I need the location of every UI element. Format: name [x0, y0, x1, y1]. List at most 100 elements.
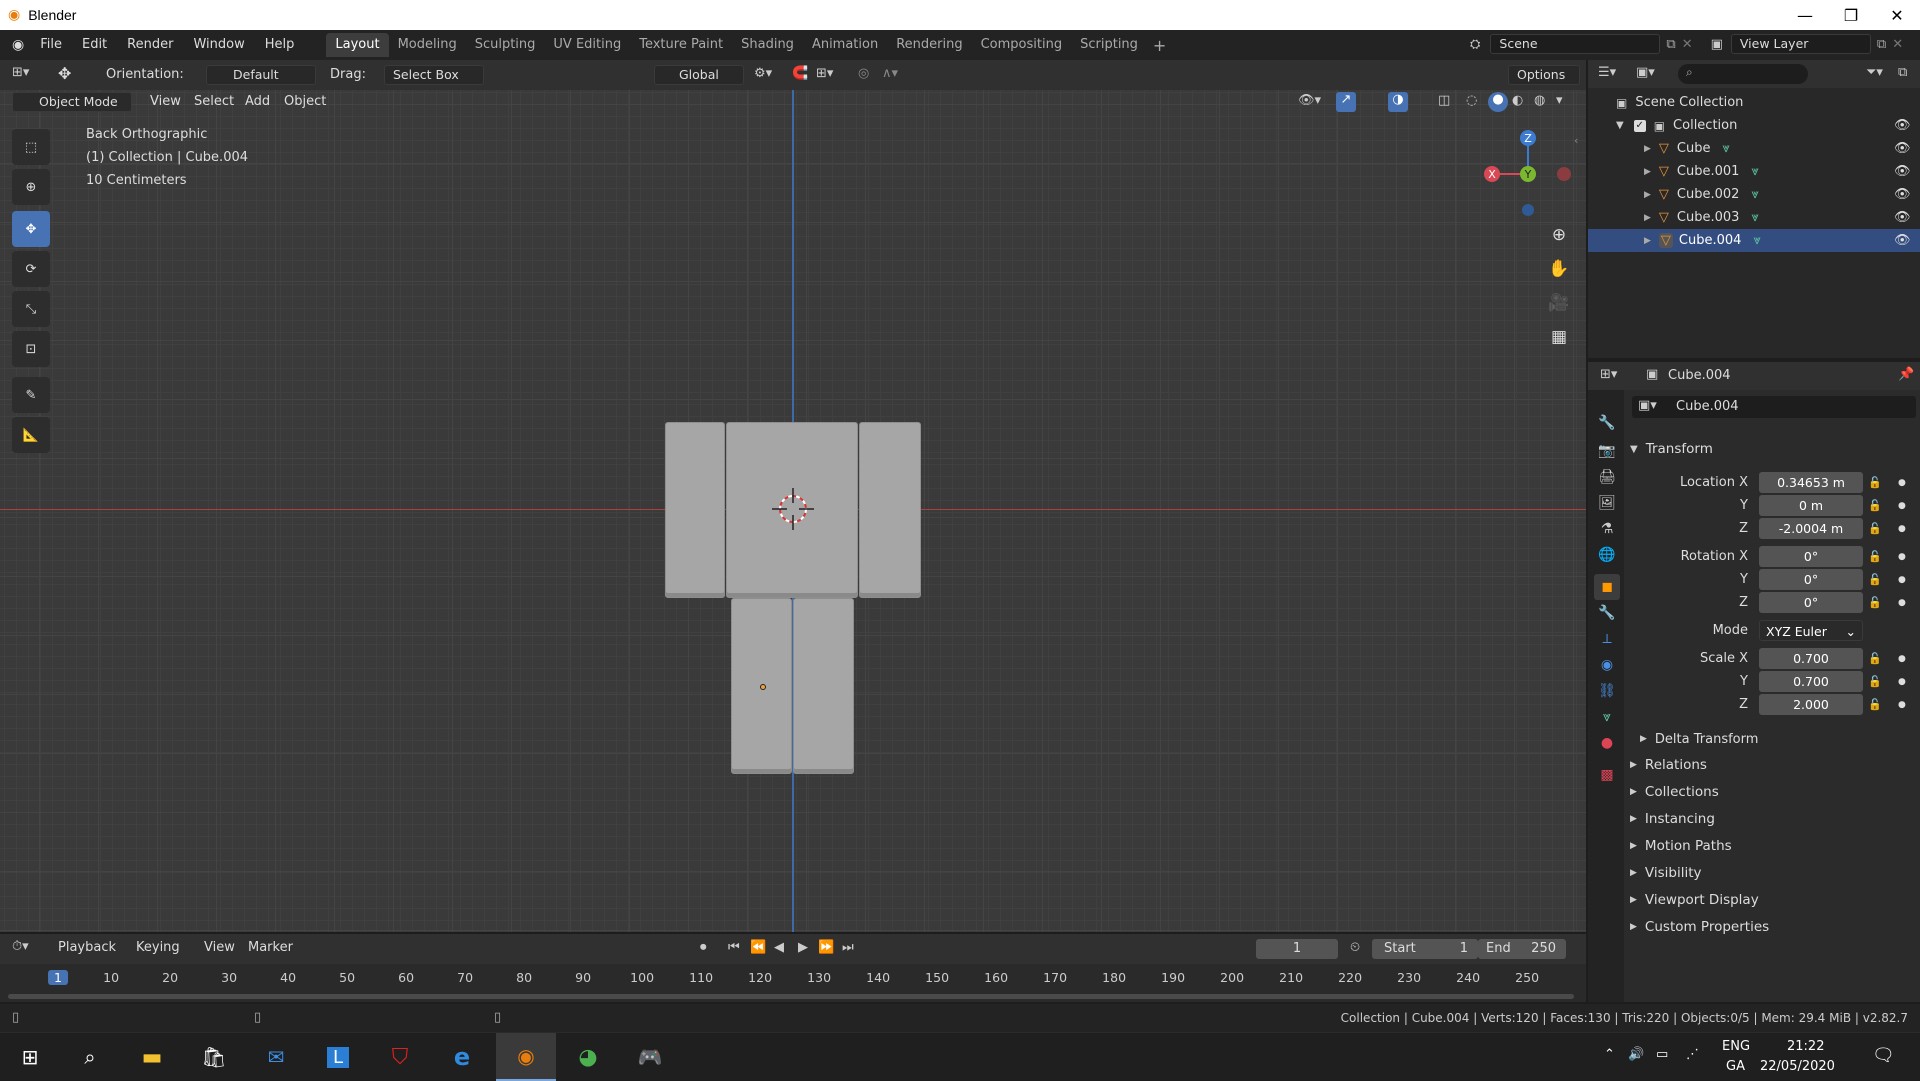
instancing-panel[interactable]: ▶ Instancing: [1618, 806, 1920, 832]
pivot-point-icon[interactable]: ⚙▾: [754, 66, 772, 81]
eye-icon[interactable]: 👁: [1894, 141, 1911, 156]
shading-options-icon[interactable]: ▾: [1556, 93, 1563, 108]
pan-hand-icon[interactable]: ✋: [1544, 254, 1574, 284]
menu-render[interactable]: Render: [117, 34, 183, 56]
keying-menu[interactable]: Keying: [136, 940, 180, 955]
end-frame-field[interactable]: End 250: [1478, 939, 1566, 959]
cube-left-arm[interactable]: [665, 422, 725, 598]
cube-right-leg[interactable]: [793, 598, 854, 774]
tab-animation[interactable]: Animation: [803, 33, 887, 57]
jump-keyframe-back-icon[interactable]: ⏪: [750, 940, 766, 955]
expand-arrow-icon[interactable]: ▶: [1644, 236, 1651, 246]
measure-tool[interactable]: 📐: [12, 417, 50, 453]
world-tab-icon[interactable]: 🌐: [1594, 542, 1620, 568]
lock-icon[interactable]: 🔓: [1868, 550, 1882, 563]
location-z-field[interactable]: -2.0004 m: [1759, 518, 1863, 539]
taskbar-search[interactable]: ⌕: [60, 1033, 120, 1081]
mesh-data-icon[interactable]: ⩔: [1751, 187, 1758, 202]
preview-range-icon[interactable]: ⏲: [1350, 940, 1360, 955]
taskbar-discord[interactable]: 🎮: [620, 1033, 680, 1081]
motion-paths-panel[interactable]: ▶ Motion Paths: [1618, 833, 1920, 859]
expand-arrow-icon[interactable]: ▶: [1644, 190, 1651, 200]
move-tool[interactable]: ✥: [12, 211, 50, 247]
jump-end-icon[interactable]: ⏭: [842, 940, 854, 955]
outliner-search-input[interactable]: ⌕: [1678, 64, 1808, 84]
select-box-tool[interactable]: ⬚: [12, 129, 50, 165]
relations-panel[interactable]: ▶ Relations: [1618, 752, 1920, 778]
select-menu[interactable]: Select: [194, 94, 234, 109]
sidebar-toggle-icon[interactable]: ‹: [1574, 134, 1578, 147]
ortho-grid-icon[interactable]: ▦: [1544, 322, 1574, 352]
jump-keyframe-forward-icon[interactable]: ⏩: [818, 940, 834, 955]
marker-menu[interactable]: Marker: [248, 940, 293, 955]
options-dropdown[interactable]: Options: [1508, 65, 1580, 85]
editor-type-icon[interactable]: ⊞▾: [12, 65, 29, 80]
rotation-z-field[interactable]: 0°: [1759, 592, 1863, 613]
cube-right-arm[interactable]: [859, 422, 921, 598]
rotation-y-field[interactable]: 0°: [1759, 569, 1863, 590]
data-tab-icon[interactable]: ⩔: [1594, 704, 1620, 730]
new-scene-icon[interactable]: ⧉: [1666, 37, 1675, 52]
material-shading-icon[interactable]: ◐: [1512, 93, 1523, 108]
show-hidden-icons-icon[interactable]: ⌃: [1604, 1047, 1615, 1062]
render-tab-icon[interactable]: 📷: [1594, 438, 1620, 464]
taskbar-l-app[interactable]: L: [308, 1033, 368, 1081]
expand-arrow-icon[interactable]: ▶: [1644, 213, 1651, 223]
outliner-item-cube-003[interactable]: ▶ ▽ Cube.003 ⩔ 👁: [1588, 206, 1920, 229]
lock-icon[interactable]: 🔓: [1868, 573, 1882, 586]
timeline-scrollbar[interactable]: [8, 994, 1574, 999]
custom-properties-panel[interactable]: ▶ Custom Properties: [1618, 914, 1920, 940]
scale-y-field[interactable]: 0.700: [1759, 671, 1863, 692]
outliner-item-cube-002[interactable]: ▶ ▽ Cube.002 ⩔ 👁: [1588, 183, 1920, 206]
overlay-toggle-icon[interactable]: ◑: [1388, 92, 1408, 112]
menu-edit[interactable]: Edit: [72, 34, 117, 56]
tab-rendering[interactable]: Rendering: [887, 33, 971, 57]
snap-target-icon[interactable]: ⊞▾: [816, 66, 833, 81]
viewport-display-panel[interactable]: ▶ Viewport Display: [1618, 887, 1920, 913]
battery-icon[interactable]: ▭: [1656, 1047, 1668, 1062]
delta-transform-subpanel[interactable]: ▶ Delta Transform: [1640, 726, 1920, 752]
language-code[interactable]: ENG: [1722, 1039, 1750, 1054]
falloff-icon[interactable]: ∧▾: [882, 66, 898, 81]
eye-icon[interactable]: 👁: [1894, 118, 1911, 133]
restore-button[interactable]: ❐: [1828, 0, 1874, 30]
eye-icon[interactable]: 👁: [1894, 164, 1911, 179]
gizmo-neg-x[interactable]: [1557, 167, 1571, 181]
visibility-panel[interactable]: ▶ Visibility: [1618, 860, 1920, 886]
start-frame-field[interactable]: Start 1: [1372, 939, 1478, 959]
constraints-tab-icon[interactable]: ⛓: [1594, 678, 1620, 704]
minimize-button[interactable]: —: [1782, 0, 1828, 30]
view-layer-icon[interactable]: ▣: [1711, 37, 1723, 52]
keyframe-dot-icon[interactable]: ●: [1898, 524, 1906, 534]
cursor-tool[interactable]: ⊕: [12, 169, 50, 205]
mesh-data-icon[interactable]: ⩔: [1751, 164, 1758, 179]
rotation-x-field[interactable]: 0°: [1759, 546, 1863, 567]
scene-field[interactable]: Scene: [1490, 34, 1661, 54]
menu-file[interactable]: File: [30, 34, 72, 56]
eye-icon[interactable]: 👁: [1894, 210, 1911, 225]
tab-modeling[interactable]: Modeling: [389, 33, 466, 57]
lock-icon[interactable]: 🔓: [1868, 476, 1882, 489]
outliner-collection[interactable]: ▼ ✓ ▣ Collection 👁: [1588, 114, 1920, 137]
display-mode-icon[interactable]: ▣▾: [1636, 65, 1655, 80]
output-tab-icon[interactable]: 🖨: [1594, 464, 1620, 490]
zoom-icon[interactable]: ⊕: [1544, 220, 1574, 250]
tab-uv-editing[interactable]: UV Editing: [544, 33, 630, 57]
lock-icon[interactable]: 🔓: [1868, 698, 1882, 711]
eye-icon[interactable]: 👁: [1894, 187, 1911, 202]
mesh-data-icon[interactable]: ⩔: [1723, 141, 1730, 156]
scale-tool[interactable]: ⤡: [12, 291, 50, 327]
taskbar-edge[interactable]: e: [432, 1033, 492, 1081]
timeline-view-menu[interactable]: View: [204, 940, 235, 955]
menu-help[interactable]: Help: [255, 34, 305, 56]
object-menu[interactable]: Object: [284, 94, 326, 109]
new-collection-icon[interactable]: ⧉: [1898, 65, 1907, 80]
material-tab-icon[interactable]: ●: [1594, 730, 1620, 756]
transform-tool[interactable]: ⊡: [12, 331, 50, 367]
orientation-dropdown[interactable]: Default: [206, 65, 316, 85]
keyframe-dot-icon[interactable]: ●: [1898, 552, 1906, 562]
properties-editor-icon[interactable]: ⊞▾: [1600, 367, 1617, 382]
playback-menu[interactable]: Playback: [58, 940, 116, 955]
rotation-mode-dropdown[interactable]: XYZ Euler ⌄: [1759, 620, 1863, 641]
lock-icon[interactable]: 🔓: [1868, 596, 1882, 609]
